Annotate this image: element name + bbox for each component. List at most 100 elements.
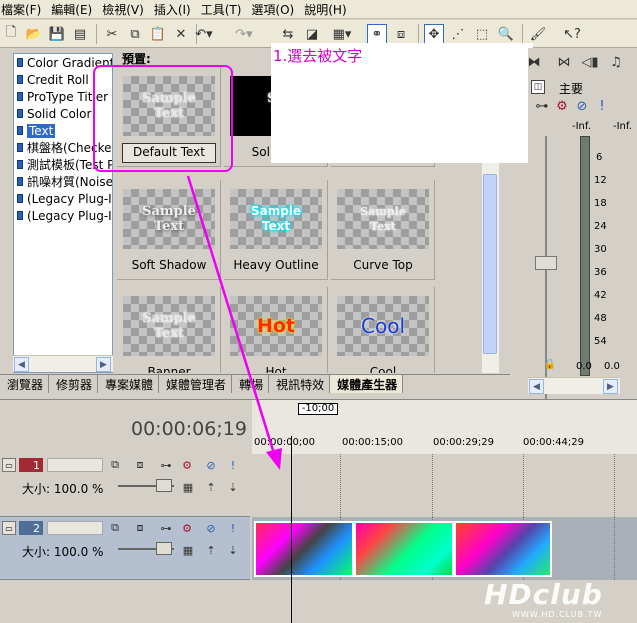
- preset-vertical-scrollbar[interactable]: ▼: [482, 134, 499, 373]
- zoom-tool-icon[interactable]: 🔍: [496, 24, 516, 44]
- cut-icon[interactable]: ✂: [102, 24, 122, 44]
- fx-gear-icon[interactable]: ⚙: [180, 458, 194, 472]
- media-clip[interactable]: [454, 521, 552, 577]
- track-motion-icon[interactable]: ⧉: [108, 458, 122, 472]
- make-parent-icon[interactable]: ⇡: [204, 543, 218, 557]
- mute-icon[interactable]: ⊘: [204, 521, 218, 535]
- menu-options[interactable]: 選項(O): [250, 1, 303, 18]
- collapse-track-icon[interactable]: ▭: [2, 458, 16, 472]
- tab-media-manager[interactable]: 媒體管理者: [159, 375, 233, 393]
- mute-icon[interactable]: ⊘: [204, 458, 218, 472]
- track-motion-icon[interactable]: ⧉: [108, 521, 122, 535]
- insert-fx-icon[interactable]: ⋈: [554, 52, 574, 72]
- preset-cool[interactable]: Cool Cool: [331, 287, 435, 373]
- preset-banner[interactable]: Sample Text Banner: [117, 287, 221, 373]
- menu-edit[interactable]: 編輯(E): [50, 1, 101, 18]
- auto-ripple-icon[interactable]: ▦▾: [326, 24, 358, 44]
- grid-line: [614, 454, 615, 517]
- bus-icon[interactable]: ⧓: [524, 52, 544, 72]
- new-file-icon[interactable]: 🗋: [1, 24, 21, 44]
- menu-tools[interactable]: 工具(T): [200, 1, 251, 18]
- master-fader[interactable]: [535, 256, 557, 270]
- menu-view[interactable]: 檢視(V): [101, 1, 153, 18]
- preset-thumbnail: Sample Text: [337, 189, 429, 249]
- menu-insert[interactable]: 插入(I): [153, 1, 200, 18]
- media-clip[interactable]: [354, 521, 454, 577]
- scroll-right-icon[interactable]: ▶: [96, 357, 111, 372]
- track-lane-2[interactable]: [252, 517, 637, 580]
- menu-help[interactable]: 說明(H): [303, 1, 355, 18]
- help-pointer-icon[interactable]: ↖?: [562, 24, 582, 44]
- scroll-right-icon[interactable]: ▶: [603, 379, 618, 394]
- media-clip[interactable]: [254, 521, 354, 577]
- meter-value-left: 0.0: [576, 361, 592, 372]
- marker-icon[interactable]: ◪: [302, 24, 322, 44]
- downmix-icon[interactable]: ◁▮: [580, 52, 600, 72]
- dim-icon[interactable]: ♫: [606, 52, 626, 72]
- track-header-2[interactable]: ▭ 2 ⧉ ⧈ ⊶ ⚙ ⊘ ! 大小: 100.0 % ▦ ⇡ ⇣: [0, 517, 250, 580]
- opacity-slider-knob[interactable]: [156, 479, 172, 492]
- envelope-icon[interactable]: ⊶: [532, 96, 552, 116]
- make-child-icon[interactable]: ⇣: [226, 480, 240, 494]
- track-lane-1[interactable]: [252, 454, 637, 517]
- preset-curve-top[interactable]: Sample Text Curve Top: [331, 180, 435, 280]
- tab-media-generators[interactable]: 媒體產生器: [330, 375, 404, 393]
- solo-icon[interactable]: !: [226, 458, 240, 472]
- redo-icon[interactable]: ↷▾: [228, 24, 260, 44]
- solo-icon[interactable]: !: [226, 521, 240, 535]
- tab-trimmer[interactable]: 修剪器: [49, 375, 99, 393]
- paste-icon[interactable]: 📋: [148, 24, 168, 44]
- mixer-horizontal-scrollbar[interactable]: ◀ ▶: [528, 377, 620, 394]
- tab-transitions[interactable]: 轉場: [232, 375, 270, 393]
- snap-icon[interactable]: ⇆: [278, 24, 298, 44]
- copy-icon[interactable]: ⧉: [125, 24, 145, 44]
- compositing-mode-icon[interactable]: ▦: [181, 480, 195, 494]
- lock-icon[interactable]: 🔒: [540, 354, 560, 374]
- envelope-tool-icon[interactable]: ⋰: [448, 24, 468, 44]
- tree-item[interactable]: (Legacy Plug-In: [14, 207, 112, 224]
- track-name-field[interactable]: [47, 458, 103, 472]
- preset-heavy-outline[interactable]: Sample Text Heavy Outline: [224, 180, 328, 280]
- loop-region-label[interactable]: -10;00: [298, 403, 338, 415]
- normal-edit-tool-icon[interactable]: ✥: [424, 24, 444, 44]
- solo-icon[interactable]: !: [592, 96, 612, 116]
- tree-item[interactable]: (Legacy Plug-In: [14, 190, 112, 207]
- tree-horizontal-scrollbar[interactable]: ◀ ▶: [13, 355, 113, 372]
- envelope-icon[interactable]: ⊶: [159, 458, 173, 472]
- lock-envelopes-icon[interactable]: ⚭: [367, 24, 387, 44]
- track-fx-icon[interactable]: ⧈: [133, 521, 147, 535]
- menu-file[interactable]: 檔案(F): [0, 1, 50, 18]
- track-fx-icon[interactable]: ⧈: [133, 458, 147, 472]
- tab-explorer[interactable]: 瀏覽器: [0, 375, 50, 393]
- properties-icon[interactable]: ▤: [70, 24, 90, 44]
- make-parent-icon[interactable]: ⇡: [204, 480, 218, 494]
- fx-gear-icon[interactable]: ⚙: [180, 521, 194, 535]
- open-folder-icon[interactable]: 📂: [24, 24, 44, 44]
- preset-caption: Soft Shadow: [131, 258, 207, 272]
- ignore-grouping-icon[interactable]: ⧈: [391, 24, 411, 44]
- compositing-mode-icon[interactable]: ▦: [181, 543, 195, 557]
- make-child-icon[interactable]: ⇣: [226, 543, 240, 557]
- mute-icon[interactable]: ⊘: [572, 96, 592, 116]
- tab-video-fx[interactable]: 視訊特效: [269, 375, 331, 393]
- master-bus-icon[interactable]: ◫: [531, 80, 545, 94]
- selection-tool-icon[interactable]: ⬚: [472, 24, 492, 44]
- fx-gear-icon[interactable]: ⚙: [552, 96, 572, 116]
- scroll-thumb[interactable]: [483, 174, 497, 354]
- track-header-1[interactable]: ▭ 1 ⧉ ⧈ ⊶ ⚙ ⊘ ! 大小: 100.0 % ▦ ⇡ ⇣: [0, 454, 250, 517]
- paint-icon[interactable]: 🖌: [528, 24, 548, 44]
- undo-icon[interactable]: ↶▾: [188, 24, 220, 44]
- envelope-icon[interactable]: ⊶: [159, 521, 173, 535]
- scroll-left-icon[interactable]: ◀: [14, 357, 29, 372]
- meter-tick: 42: [594, 290, 607, 301]
- opacity-slider-knob[interactable]: [156, 542, 172, 555]
- save-icon[interactable]: 💾: [47, 24, 67, 44]
- collapse-track-icon[interactable]: ▭: [2, 521, 16, 535]
- preset-soft-shadow[interactable]: Sample Text Soft Shadow: [117, 180, 221, 280]
- playhead-cursor[interactable]: [291, 436, 292, 623]
- preset-hot[interactable]: Hot Hot: [224, 287, 328, 373]
- tab-project-media[interactable]: 專案媒體: [98, 375, 160, 393]
- scroll-left-icon[interactable]: ◀: [529, 379, 544, 394]
- track-name-field[interactable]: [47, 521, 103, 535]
- tree-item[interactable]: 訊噪材質(Noise: [14, 173, 112, 190]
